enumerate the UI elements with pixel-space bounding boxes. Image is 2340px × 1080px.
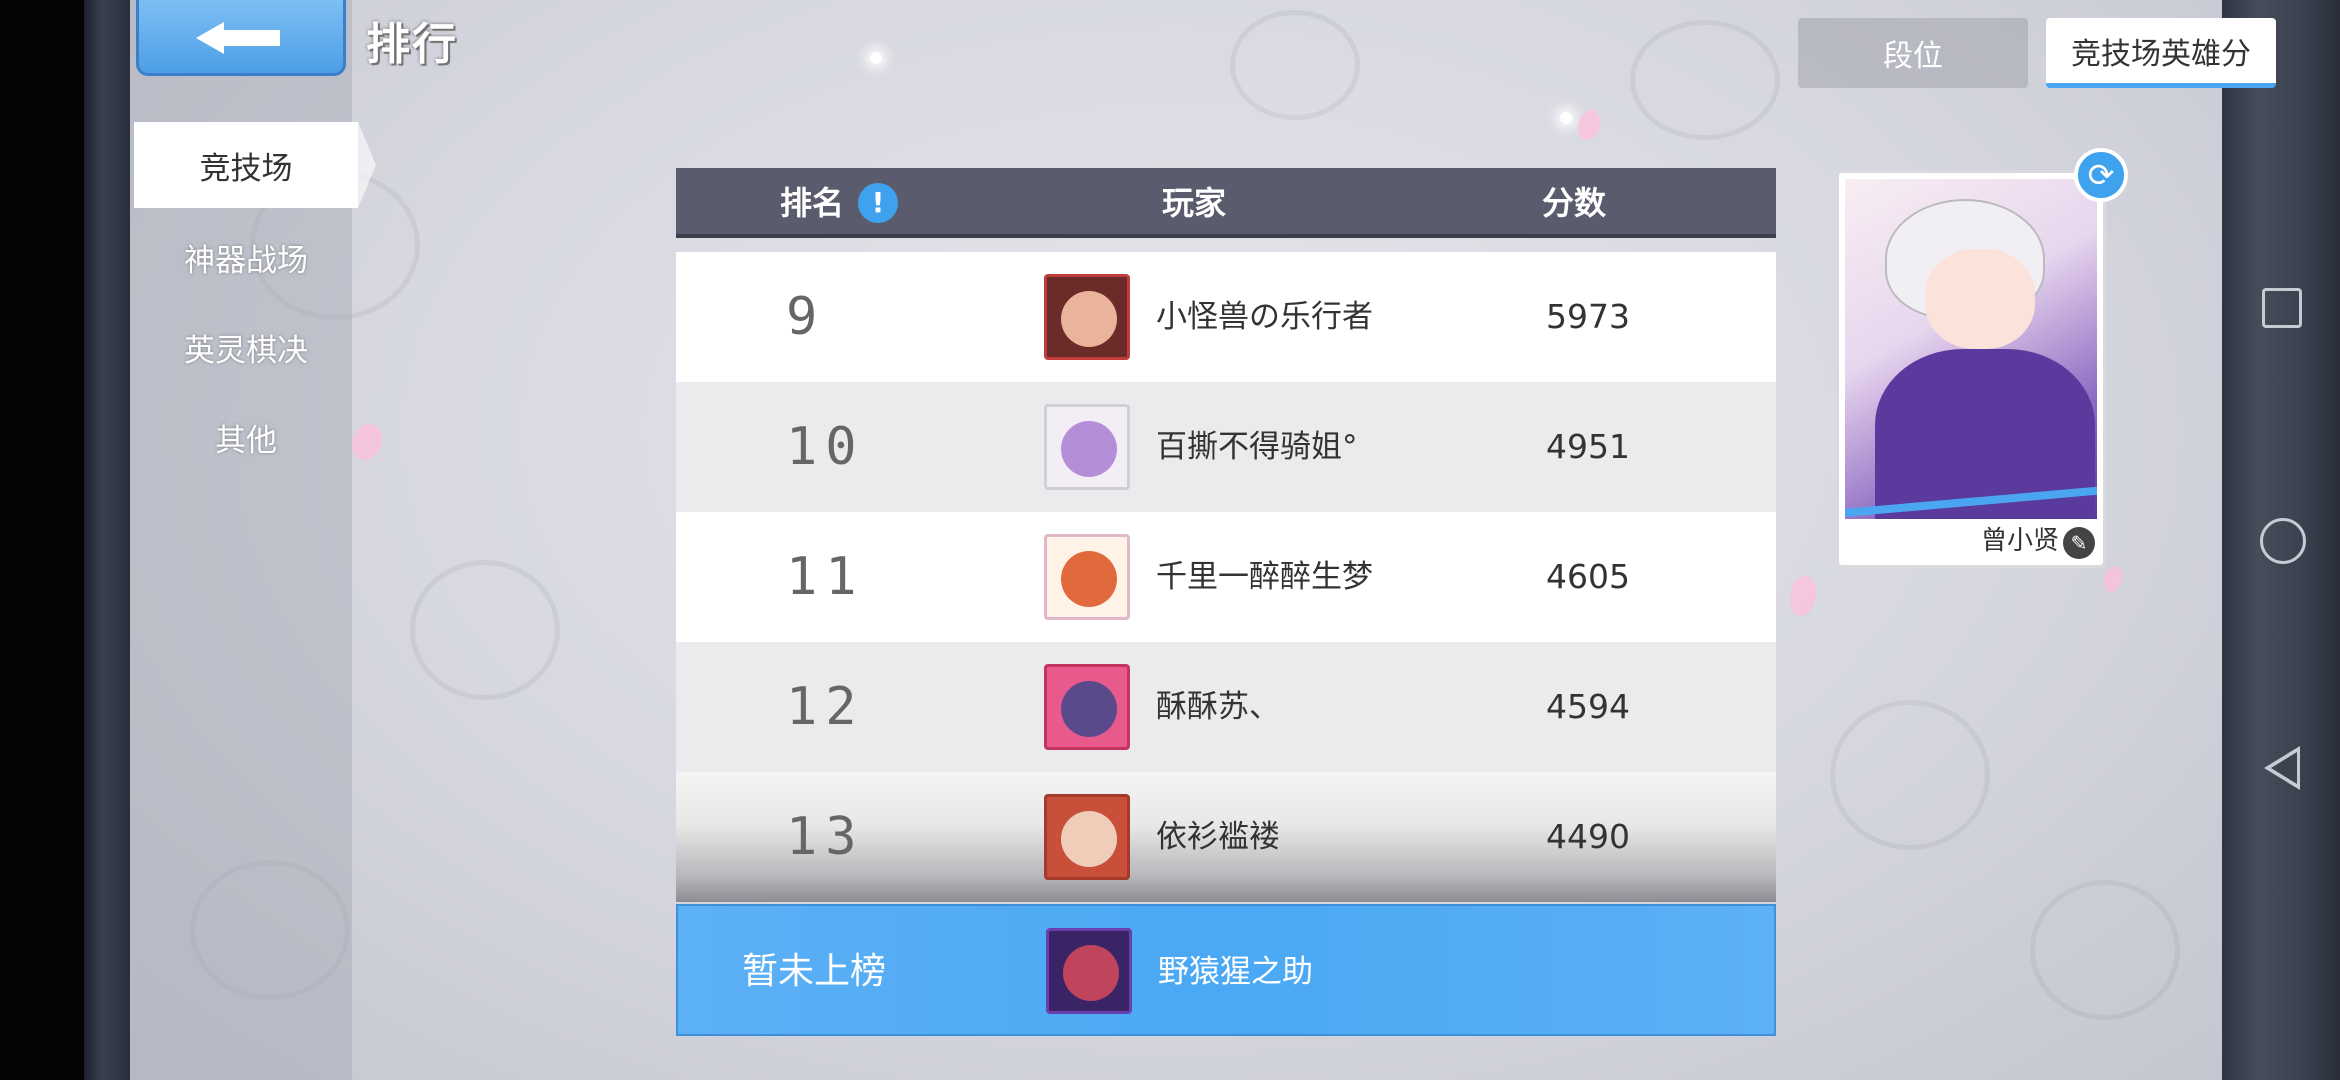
home-button[interactable] — [2260, 518, 2306, 564]
player-score: 4951 — [1546, 427, 1630, 466]
tab-rank-tier[interactable]: 段位 — [1798, 18, 2028, 88]
background-doodle — [1630, 20, 1780, 140]
system-back-button[interactable] — [2264, 746, 2300, 790]
hero-card[interactable]: 曾小贤 ✎ — [1836, 170, 2106, 568]
sidebar-item-arena[interactable]: 竞技场 — [134, 122, 376, 208]
table-row[interactable]: 12 酥酥苏、 4594 — [676, 642, 1776, 772]
background-doodle — [2030, 880, 2180, 1020]
petal — [1790, 576, 1816, 616]
my-ranking-row[interactable]: 暂未上榜 野猿猩之助 — [676, 904, 1776, 1036]
petal — [2104, 566, 2122, 592]
player-score: 5973 — [1546, 297, 1630, 336]
player-avatar[interactable] — [1044, 534, 1130, 620]
player-name: 依衫褴褛 — [1156, 819, 1280, 855]
sparkle — [1560, 112, 1572, 124]
player-avatar[interactable] — [1044, 794, 1130, 880]
info-icon[interactable]: ! — [858, 183, 898, 223]
bezel-edge — [84, 0, 130, 1080]
avatar-face — [1061, 421, 1117, 477]
rank-number: 12 — [786, 677, 865, 737]
column-header-score: 分数 — [1542, 184, 1607, 222]
rank-number: 9 — [786, 287, 826, 347]
player-name: 小怪兽の乐行者 — [1156, 299, 1373, 335]
hero-portrait — [1845, 179, 2097, 519]
player-score: 4605 — [1546, 557, 1630, 596]
rank-number: 13 — [786, 807, 865, 867]
table-header: 排名 ! 玩家 分数 — [676, 168, 1776, 238]
column-header-rank: 排名 — [780, 184, 845, 222]
sidebar-item-other[interactable]: 其他 — [134, 394, 358, 480]
player-avatar[interactable] — [1044, 404, 1130, 490]
player-avatar[interactable] — [1044, 274, 1130, 360]
back-arrow-icon — [196, 16, 286, 54]
my-player-name: 野猿猩之助 — [1158, 954, 1313, 990]
avatar-face — [1061, 811, 1117, 867]
player-avatar[interactable] — [1044, 664, 1130, 750]
avatar-face — [1061, 681, 1117, 737]
back-button[interactable] — [136, 0, 346, 76]
avatar-face — [1063, 945, 1119, 1001]
recent-apps-button[interactable] — [2262, 288, 2302, 328]
table-row[interactable]: 9 小怪兽の乐行者 5973 — [676, 252, 1776, 382]
player-name: 百撕不得骑姐° — [1156, 429, 1358, 465]
hero-name: 曾小贤 — [1980, 526, 2059, 556]
player-score: 4594 — [1546, 687, 1630, 726]
my-avatar[interactable] — [1046, 928, 1132, 1014]
swap-hero-icon[interactable]: ⟳ — [2074, 148, 2128, 202]
player-score: 4490 — [1546, 817, 1630, 856]
background-doodle — [1230, 10, 1360, 120]
player-name: 酥酥苏、 — [1156, 689, 1280, 725]
page-title: 排行 — [366, 19, 458, 70]
rank-number: 11 — [786, 547, 865, 607]
column-header-player: 玩家 — [1162, 184, 1227, 222]
sidebar-item-artifact-battle[interactable]: 神器战场 — [134, 214, 358, 300]
table-row[interactable]: 11 千里一醉醉生梦 4605 — [676, 512, 1776, 642]
hero-face — [1925, 249, 2035, 349]
avatar-face — [1061, 291, 1117, 347]
wrench-icon[interactable]: ✎ — [2063, 527, 2095, 559]
table-row[interactable]: 10 百撕不得骑姐° 4951 — [676, 382, 1776, 512]
sidebar-item-hero-chess[interactable]: 英灵棋决 — [134, 304, 358, 390]
sparkle — [870, 52, 882, 64]
background-doodle — [410, 560, 560, 700]
table-row[interactable]: 13 依衫褴褛 4490 — [676, 772, 1776, 902]
my-rank-status: 暂未上榜 — [742, 951, 887, 992]
petal — [1578, 110, 1600, 140]
screen-bezel-left — [0, 0, 130, 1080]
avatar-face — [1061, 551, 1117, 607]
tab-arena-hero-score[interactable]: 竞技场英雄分 — [2046, 18, 2276, 88]
background-doodle — [1830, 700, 1990, 850]
player-name: 千里一醉醉生梦 — [1156, 559, 1373, 595]
rank-number: 10 — [786, 417, 865, 477]
